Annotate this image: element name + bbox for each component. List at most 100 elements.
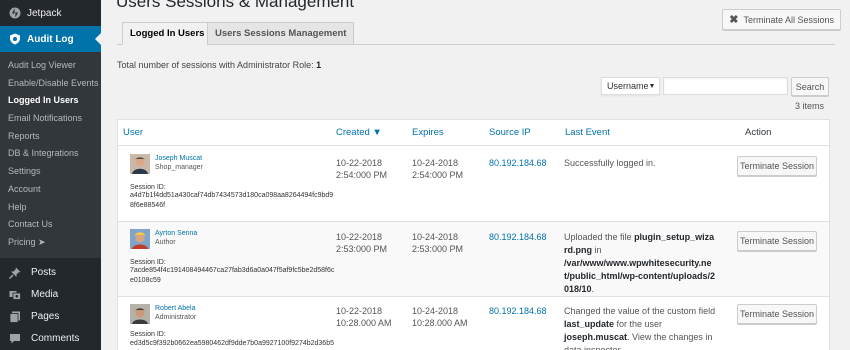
sidebar-item-label: Audit Log	[27, 33, 74, 45]
source-ip-link[interactable]: 80.192.184.68	[489, 157, 547, 169]
submenu-logged-in-users[interactable]: Logged In Users	[0, 92, 101, 110]
sidebar-item-label: Jetpack	[27, 7, 62, 19]
media-icon	[8, 288, 21, 301]
user-role: Shop_manager	[155, 164, 203, 171]
avatar	[130, 304, 150, 324]
submenu-email-notifications[interactable]: Email Notifications	[0, 110, 101, 128]
sessions-summary-text: Total number of sessions with Administra…	[117, 60, 317, 70]
expires-time: 2:53:000 PM	[412, 244, 464, 254]
submenu-help[interactable]: Help	[0, 199, 101, 217]
expires-cell: 10-24-2018 2:53:000 PM	[412, 231, 463, 255]
last-event: Uploaded the file plugin_setup_wizard.pn…	[564, 231, 716, 296]
avatar	[130, 154, 150, 174]
user-role: Author	[155, 239, 176, 246]
shield-icon	[8, 33, 21, 46]
last-event: Changed the value of the custom field la…	[564, 305, 716, 350]
tab-bar: Logged In Users Users Sessions Managemen…	[117, 22, 835, 45]
created-date: 10-22-2018	[336, 232, 383, 242]
user-role: Administrator	[155, 314, 197, 321]
created-date: 10-22-2018	[336, 306, 383, 316]
search-input[interactable]	[663, 77, 788, 95]
event-text: in	[592, 245, 602, 255]
submenu-pricing[interactable]: Pricing ➤	[0, 234, 101, 252]
event-user: joseph.muscat	[564, 332, 628, 342]
sidebar-item-pages[interactable]: Pages	[0, 306, 101, 328]
sidebar-item-media[interactable]: Media	[0, 284, 101, 306]
page-title: Users Sessions & Management	[116, 0, 355, 11]
terminate-session-button[interactable]: Terminate Session	[737, 231, 817, 251]
last-event: Successfully logged in.	[564, 157, 716, 170]
event-text: for the user	[614, 319, 663, 329]
session-id-label: Session ID:	[130, 331, 166, 338]
sidebar-item-audit-log[interactable]: Audit Log	[0, 26, 101, 52]
created-cell: 10-22-2018 2:54:000 PM	[336, 157, 387, 181]
submenu-account[interactable]: Account	[0, 181, 101, 199]
item-count: 3 items	[794, 101, 824, 111]
submenu-audit-log-viewer[interactable]: Audit Log Viewer	[0, 57, 101, 75]
event-text: Uploaded the file	[564, 232, 635, 242]
expires-date: 10-24-2018	[412, 306, 459, 316]
event-path: /var/www/www.wpwhitesecurity.net/public_…	[564, 258, 716, 294]
expires-date: 10-24-2018	[412, 158, 459, 168]
created-time: 2:54:000 PM	[336, 170, 388, 180]
submenu-db-integrations[interactable]: DB & Integrations	[0, 145, 101, 163]
column-expires[interactable]: Expires	[412, 127, 444, 138]
pages-icon	[8, 310, 21, 323]
pushpin-icon	[8, 266, 21, 279]
comments-icon	[8, 332, 21, 345]
dropdown-arrow-icon: ▼	[648, 82, 656, 90]
session-id-label: Session ID:	[130, 184, 166, 191]
filter-type-value: Username	[607, 81, 649, 91]
sidebar-item-posts[interactable]: Posts	[0, 262, 101, 284]
terminate-session-button[interactable]: Terminate Session	[737, 304, 817, 324]
filter-type-select[interactable]: Username ▼	[601, 77, 660, 95]
table-header: User Created ▼ Expires Source IP Last Ev…	[118, 120, 829, 146]
tab-logged-in-users[interactable]: Logged In Users	[122, 22, 213, 45]
expires-cell: 10-24-2018 2:54:000 PM	[412, 157, 463, 181]
sessions-table: User Created ▼ Expires Source IP Last Ev…	[117, 119, 830, 350]
column-created[interactable]: Created ▼	[336, 127, 382, 138]
admin-sidebar: Jetpack Audit Log Audit Log Viewer Enabl…	[0, 0, 101, 350]
jetpack-icon	[8, 7, 21, 20]
sessions-count: 1	[316, 60, 322, 70]
expires-time: 2:54:000 PM	[412, 170, 464, 180]
user-name-link[interactable]: Ayrton Senna	[155, 230, 197, 237]
column-user[interactable]: User	[123, 127, 143, 138]
expires-time: 10:28.000 AM	[412, 318, 468, 328]
sessions-summary: Total number of sessions with Administra…	[117, 60, 321, 70]
audit-log-submenu: Audit Log Viewer Enable/Disable Events L…	[0, 52, 101, 258]
created-date: 10-22-2018	[336, 158, 383, 168]
column-last-event[interactable]: Last Event	[565, 127, 610, 138]
user-name-link[interactable]: Robert Abela	[155, 305, 195, 312]
expires-date: 10-24-2018	[412, 232, 459, 242]
search-button[interactable]: Search	[791, 77, 829, 96]
sidebar-item-jetpack[interactable]: Jetpack	[0, 0, 101, 26]
table-row: Robert Abela Administrator Session ID: e…	[118, 297, 829, 350]
submenu-settings[interactable]: Settings	[0, 163, 101, 181]
created-cell: 10-22-2018 10:28.000 AM	[336, 305, 392, 329]
column-source-ip[interactable]: Source IP	[489, 127, 531, 138]
session-id: 7acde854f4c191408494467ca27fab3d6a0a047f…	[130, 267, 335, 284]
session-id: a4d7b1f4dd51a430caf74db7434573d180ca098a…	[130, 192, 334, 209]
main-content: Users Sessions & Management ✖ Terminate …	[101, 0, 850, 350]
sidebar-item-comments[interactable]: Comments	[0, 328, 101, 350]
event-field: last_update	[564, 319, 615, 329]
table-row: Joseph Muscat Shop_manager Session ID: a…	[118, 147, 829, 222]
tab-users-sessions-management[interactable]: Users Sessions Management	[207, 22, 355, 45]
submenu-reports[interactable]: Reports	[0, 128, 101, 146]
submenu-enable-disable-events[interactable]: Enable/Disable Events	[0, 75, 101, 93]
sidebar-item-label: Posts	[31, 267, 57, 279]
user-name-link[interactable]: Joseph Muscat	[155, 155, 202, 162]
created-time: 2:53:000 PM	[336, 244, 388, 254]
sidebar-item-label: Comments	[31, 333, 80, 345]
submenu-contact-us[interactable]: Contact Us	[0, 216, 101, 234]
avatar	[130, 229, 150, 249]
terminate-session-button[interactable]: Terminate Session	[737, 156, 817, 176]
source-ip-link[interactable]: 80.192.184.68	[489, 231, 547, 243]
created-time: 10:28.000 AM	[336, 318, 392, 328]
session-id: ed3d5c9f392b0662ea5980462df9dde7b0a99271…	[130, 340, 334, 347]
event-text: .	[591, 284, 595, 294]
source-ip-link[interactable]: 80.192.184.68	[489, 305, 547, 317]
expires-cell: 10-24-2018 10:28.000 AM	[412, 305, 468, 329]
created-cell: 10-22-2018 2:53:000 PM	[336, 231, 387, 255]
